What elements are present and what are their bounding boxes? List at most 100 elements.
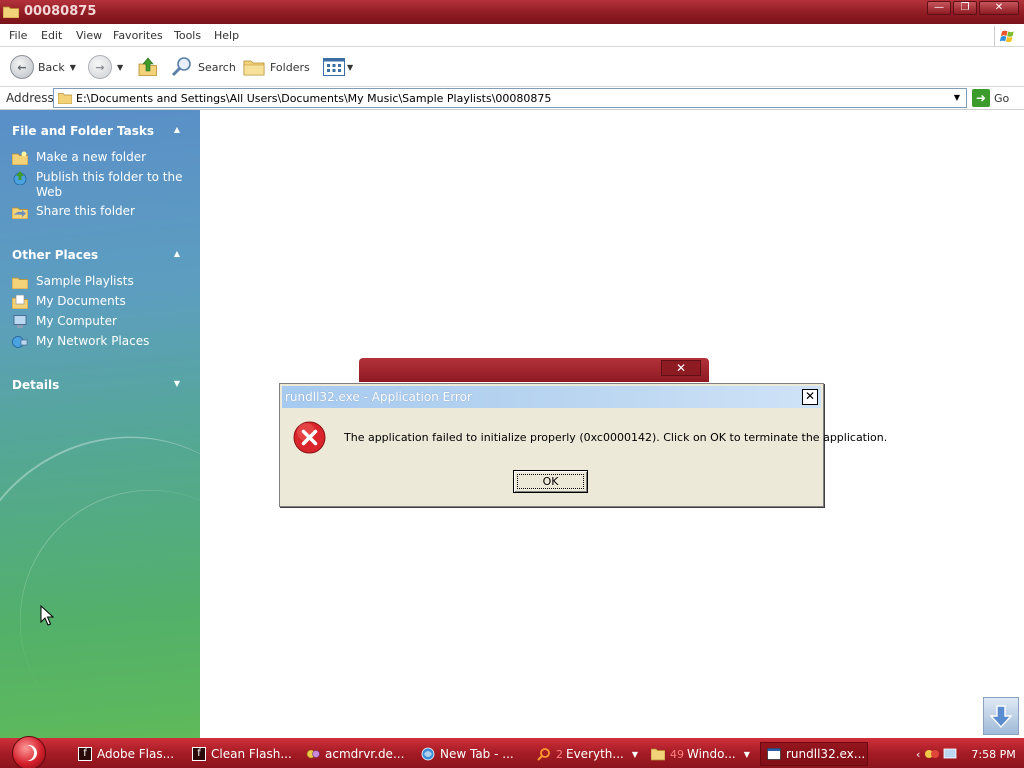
place-my-network-places[interactable]: My Network Places [12,334,192,349]
chevron-up-icon[interactable]: ▲ [174,249,180,258]
my-documents-icon [12,295,28,309]
go-button[interactable]: ➜ Go [972,89,1009,107]
folders-button[interactable]: Folders [243,54,310,80]
chevron-down-icon[interactable]: ▼ [70,63,76,72]
error-dialog: rundll32.exe - Application Error ✕ The a… [279,383,887,507]
chevron-down-icon[interactable]: ▼ [117,63,123,72]
close-button[interactable]: ✕ [979,1,1019,15]
chevron-down-icon: ▼ [631,749,639,759]
system-tray: ‹ 7:58 PM [912,742,1024,766]
taskbar-item-adobe-flash[interactable]: f Adobe Flas... [78,742,174,766]
chevron-down-icon: ▼ [347,62,354,72]
task-label: Share this folder [36,204,135,218]
menu-view[interactable]: View [76,29,102,42]
search-icon [171,57,191,77]
browser-icon [421,747,435,761]
forward-arrow-icon: → [88,55,112,79]
task-share-folder[interactable]: Share this folder [12,204,192,219]
windows-logo-icon [994,26,1014,46]
network-icon[interactable] [943,747,957,761]
taskbar-item-acmdrvr[interactable]: acmdrvr.de... [306,742,404,766]
taskbar-item-label: rundll32.ex... [786,747,866,761]
search-label: Search [198,60,236,74]
restore-icon: ❐ [960,2,970,13]
network-places-icon [12,336,28,348]
taskbar-item-rundll32[interactable]: rundll32.ex... [760,742,868,766]
minimize-icon: — [934,2,944,13]
taskbar: f Adobe Flas... f Clean Flash... acmdrvr… [0,736,1024,768]
background-window-close-button[interactable]: ✕ [661,360,701,376]
menu-edit[interactable]: Edit [41,29,62,42]
chevron-up-icon[interactable]: ▲ [174,125,180,134]
task-publish-folder[interactable]: Publish this folder to the Web [12,170,192,200]
menu-favorites[interactable]: Favorites [113,29,163,42]
maximize-button[interactable]: ❐ [953,1,977,15]
ok-button[interactable]: OK [513,470,588,493]
window-title: 00080875 [24,4,97,19]
go-label: Go [994,91,1010,105]
taskbar-item-clean-flash[interactable]: f Clean Flash... [192,742,292,766]
background-window-titlebar: ✕ [359,358,709,382]
search-button[interactable]: Search [171,54,236,80]
taskbar-item-new-tab[interactable]: New Tab - ... [421,742,514,766]
taskbar-item-count: 2 [556,747,563,761]
views-button[interactable]: ▼ [323,54,353,80]
section-title: Details [12,378,60,392]
search-icon [537,748,550,761]
flash-icon: f [78,747,92,761]
menu-tools[interactable]: Tools [174,29,201,42]
taskbar-item-label: Adobe Flas... [97,747,175,761]
menu-bar: File Edit View Favorites Tools Help [0,24,1024,47]
back-arrow-icon: ← [10,55,34,79]
chevron-down-icon[interactable]: ▼ [174,379,180,388]
go-arrow-icon: ➜ [972,89,990,107]
chevron-down-icon[interactable]: ▼ [950,91,964,105]
details-header[interactable]: Details ▼ [12,378,188,392]
mouse-pointer-icon [40,605,54,626]
toolbar: ← Back ▼ → ▼ Search Folders ▼ [0,47,1024,87]
up-folder-button[interactable] [137,54,159,80]
back-button[interactable]: ← Back ▼ [10,54,76,80]
folder-icon [651,748,665,761]
taskbar-item-everything[interactable]: 2 Everyth... ▼ [537,742,638,766]
place-my-documents[interactable]: My Documents [12,294,192,309]
task-label: Make a new folder [36,150,147,164]
place-my-computer[interactable]: My Computer [12,314,192,329]
tray-app-icon[interactable] [924,747,940,761]
menu-file[interactable]: File [9,29,27,42]
driver-icon [306,749,320,759]
task-make-new-folder[interactable]: Make a new folder [12,150,192,165]
new-folder-icon [12,151,28,165]
address-input[interactable]: E:\Documents and Settings\All Users\Docu… [53,88,967,108]
folders-icon [243,60,265,76]
folder-icon [3,6,19,18]
tray-expand-icon[interactable]: ‹ [916,748,920,761]
taskbar-item-label: Everyth... [566,747,624,761]
scroll-down-button[interactable] [983,697,1019,735]
taskbar-item-count: 49 [670,747,684,761]
taskbar-item-windows-explorer[interactable]: 49 Windo... ▼ [651,742,750,766]
other-places-header[interactable]: Other Places ▲ [12,248,188,262]
address-label: Address [6,91,54,105]
file-folder-tasks-header[interactable]: File and Folder Tasks ▲ [12,124,188,138]
error-icon [293,421,326,454]
dialog-close-button[interactable]: ✕ [802,389,818,405]
flash-icon: f [192,747,206,761]
chevron-down-icon: ▼ [743,749,750,759]
menu-help[interactable]: Help [214,29,239,42]
views-icon [323,58,345,76]
place-label: My Documents [36,294,126,308]
task-pane: File and Folder Tasks ▲ Make a new folde… [0,110,200,738]
folder-icon [58,93,72,104]
window-icon [767,748,781,760]
forward-button[interactable]: → ▼ [88,54,123,80]
start-button[interactable] [12,736,46,768]
dialog-title-bar[interactable]: rundll32.exe - Application Error ✕ [282,386,821,408]
address-value: E:\Documents and Settings\All Users\Docu… [76,92,552,105]
place-sample-playlists[interactable]: Sample Playlists [12,274,192,289]
dialog-message: The application failed to initialize pro… [344,431,888,444]
clock[interactable]: 7:58 PM [971,748,1015,761]
minimize-button[interactable]: — [927,1,951,15]
share-folder-icon [12,207,28,219]
folder-icon [12,277,28,289]
